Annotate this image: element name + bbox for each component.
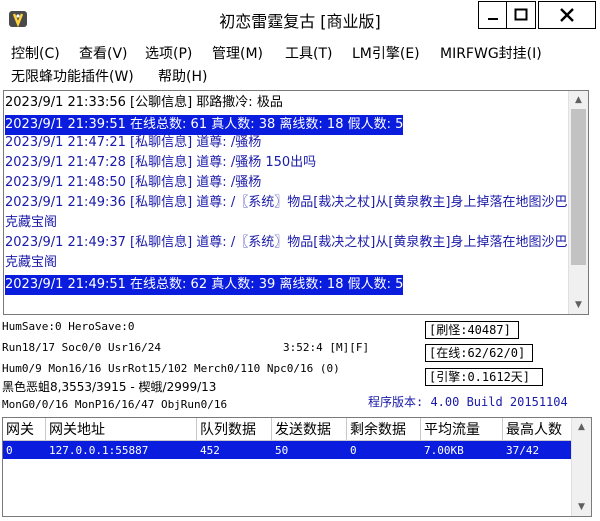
log-panel[interactable]: 2023/9/1 21:33:56 [公聊信息] 耶路撒冷: 极品 2023/9… [3, 90, 589, 315]
menu-bar: 控制(C) 查看(V) 选项(P) 管理(M) 工具(T) LM引擎(E) MI… [0, 40, 600, 88]
log-line: 2023/9/1 21:47:28 [私聊信息] 道尊: /骚杨 150出吗 [5, 155, 317, 170]
scroll-thumb[interactable] [571, 109, 586, 265]
menu-control[interactable]: 控制(C) [11, 43, 60, 63]
log-line: 2023/9/1 21:49:37 [私聊信息] 道尊: /〖系统〗物品[裁决之… [5, 235, 568, 270]
log-line: 2023/9/1 21:33:56 [公聊信息] 耶路撒冷: 极品 [5, 95, 283, 110]
log-line: 2023/9/1 21:39:51 在线总数: 61 真人数: 38 离线数: … [5, 115, 404, 135]
stat-hum: Hum0/9 Mon16/16 UsrRot15/102 Merch0/110 … [2, 362, 340, 375]
cell-address: 127.0.0.1:55887 [45, 440, 197, 459]
table-row[interactable]: 0 127.0.0.1:55887 452 50 0 7.00KB 37/42 [3, 440, 590, 459]
online-counter: [在线:62/62/0] [425, 344, 533, 362]
main-window: 初恋雷霆复古 [商业版] 控制(C) 查看(V) 选项(P) 管理(M) 工具(… [0, 0, 600, 521]
col-avg-traffic[interactable]: 平均流量 [420, 418, 503, 441]
engine-uptime: [引擎:0.1612天] [425, 368, 543, 386]
log-line: 2023/9/1 21:49:51 在线总数: 62 真人数: 39 离线数: … [5, 275, 404, 295]
cell-queue: 452 [196, 440, 272, 459]
cell-remaining: 0 [346, 440, 421, 459]
log-scrollbar[interactable]: ▲ ▼ [568, 91, 588, 314]
col-remaining[interactable]: 剩余数据 [346, 418, 421, 441]
maximize-icon [514, 8, 528, 21]
scroll-up-icon[interactable]: ▲ [569, 91, 588, 109]
refresh-counter: [刷怪:40487] [425, 321, 519, 339]
col-gateway[interactable]: 网关 [3, 418, 46, 441]
stat-run: Run18/17 Soc0/0 Usr16/24 [2, 341, 161, 354]
minimize-button[interactable] [478, 1, 508, 29]
menu-plugin[interactable]: 无限蜂功能插件(W) [11, 66, 134, 86]
menu-view[interactable]: 查看(V) [79, 43, 128, 63]
col-queue[interactable]: 队列数据 [196, 418, 272, 441]
menu-help[interactable]: 帮助(H) [158, 66, 207, 86]
stat-time: 3:52:4 [M][F] [283, 341, 370, 354]
minimize-icon [488, 18, 498, 20]
cell-avg-traffic: 7.00KB [420, 440, 503, 459]
col-address[interactable]: 网关地址 [45, 418, 197, 441]
col-sent[interactable]: 发送数据 [271, 418, 347, 441]
cell-sent: 50 [271, 440, 347, 459]
close-button[interactable] [538, 1, 596, 29]
cell-gateway: 0 [3, 440, 46, 459]
scroll-down-icon[interactable]: ▼ [569, 296, 588, 314]
log-line: 2023/9/1 21:48:50 [私聊信息] 道尊: /骚杨 [5, 175, 262, 190]
table-scrollbar[interactable]: ▲ ▼ [571, 418, 591, 516]
log-line: 2023/9/1 21:49:36 [私聊信息] 道尊: /〖系统〗物品[裁决之… [5, 195, 568, 230]
gateway-table-panel: 网关 网关地址 队列数据 发送数据 剩余数据 平均流量 最高人数 0 127.0… [2, 417, 592, 517]
log-line-row: 2023/9/1 21:39:51 在线总数: 61 真人数: 38 离线数: … [5, 113, 568, 135]
scroll-up-icon[interactable]: ▲ [572, 418, 591, 436]
table-header-row: 网关 网关地址 队列数据 发送数据 剩余数据 平均流量 最高人数 [3, 418, 590, 441]
stat-monster: 黑色恶蛆8,3553/3915 - 楔蛾/2999/13 [2, 380, 217, 394]
program-version: 程序版本: 4.00 Build 20151104 [368, 395, 568, 409]
close-icon [560, 8, 574, 22]
stat-mon: MonG0/0/16 MonP16/16/47 ObjRun0/16 [2, 398, 228, 411]
scroll-down-icon[interactable]: ▼ [572, 498, 591, 516]
stat-save: HumSave:0 HeroSave:0 [2, 320, 135, 333]
log-list: 2023/9/1 21:33:56 [公聊信息] 耶路撒冷: 极品 2023/9… [5, 93, 568, 295]
maximize-button[interactable] [506, 1, 536, 29]
server-stats: HumSave:0 HeroSave:0 Run18/17 Soc0/0 Usr… [0, 316, 600, 416]
menu-mirfwg[interactable]: MIRFWG封挂(I) [440, 43, 542, 63]
menu-manage[interactable]: 管理(M) [212, 43, 263, 63]
menu-lm-engine[interactable]: LM引擎(E) [352, 43, 420, 63]
menu-options[interactable]: 选项(P) [145, 43, 192, 63]
log-line-row: 2023/9/1 21:49:51 在线总数: 62 真人数: 39 离线数: … [5, 273, 568, 295]
gateway-table: 网关 网关地址 队列数据 发送数据 剩余数据 平均流量 最高人数 0 127.0… [3, 418, 590, 459]
menu-tools[interactable]: 工具(T) [285, 43, 332, 63]
log-line: 2023/9/1 21:47:21 [私聊信息] 道尊: /骚杨 [5, 135, 262, 150]
title-bar: 初恋雷霆复古 [商业版] [0, 0, 600, 38]
